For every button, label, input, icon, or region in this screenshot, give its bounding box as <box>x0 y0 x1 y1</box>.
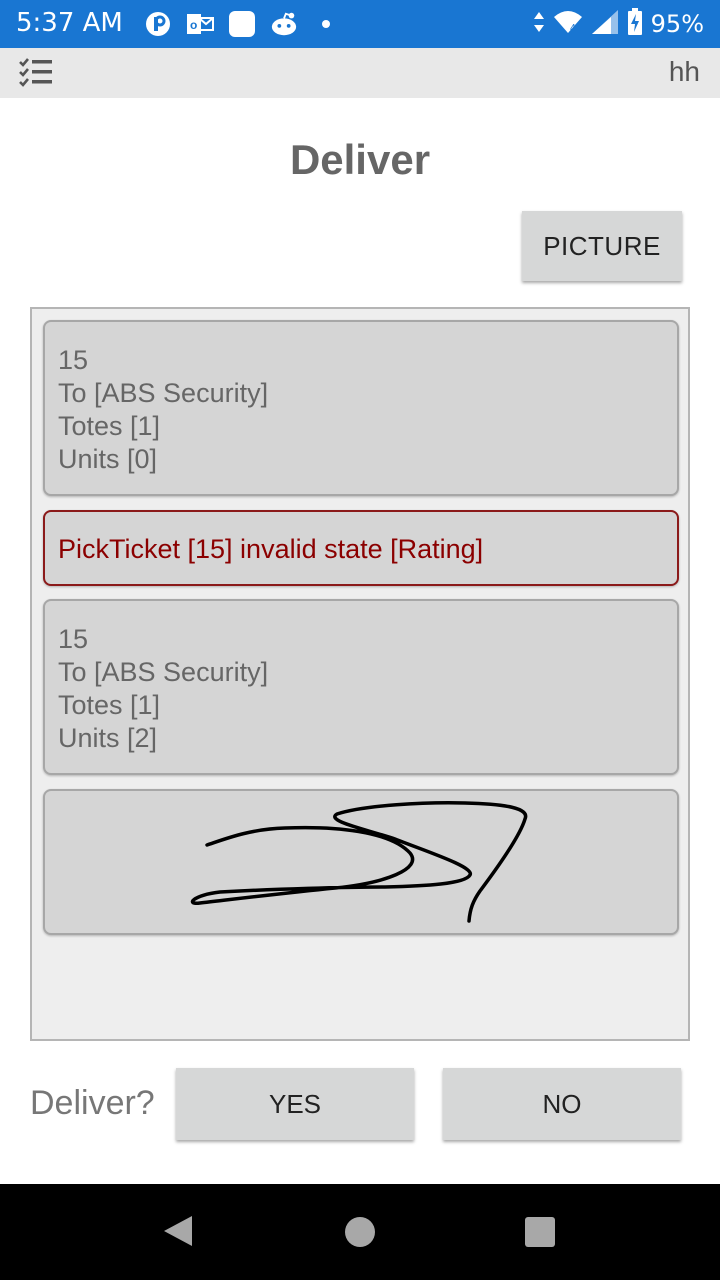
reddit-icon <box>270 10 298 38</box>
picture-button[interactable]: PICTURE <box>522 211 682 281</box>
yes-button[interactable]: YES <box>176 1068 414 1140</box>
signature-image <box>190 801 528 923</box>
navigation-bar <box>0 1184 720 1280</box>
blank-square-icon <box>228 10 256 38</box>
ticket-number: 15 <box>58 345 89 375</box>
signal-icon <box>591 9 619 40</box>
notification-icons: o <box>144 8 340 40</box>
outlook-icon: o <box>186 10 214 38</box>
home-icon[interactable] <box>345 1217 375 1247</box>
ticket-destination: To [ABS Security] <box>58 657 269 687</box>
signature-item[interactable] <box>43 789 679 935</box>
page-title: Deliver <box>289 136 431 183</box>
ticket-totes: Totes [1] <box>58 690 161 720</box>
ticket-totes: Totes [1] <box>58 411 161 441</box>
data-arrows-icon <box>533 10 545 39</box>
wifi-icon: 4 <box>553 9 583 40</box>
ticket-number: 15 <box>58 624 89 654</box>
app-p-icon <box>144 10 172 38</box>
recents-icon[interactable] <box>525 1217 555 1247</box>
deliver-prompt-label: Deliver? <box>30 1084 155 1122</box>
battery-charging-icon <box>627 7 643 41</box>
back-icon[interactable] <box>162 1214 194 1253</box>
svg-text:4: 4 <box>570 23 576 34</box>
no-button[interactable]: NO <box>443 1068 681 1140</box>
svg-text:o: o <box>190 18 197 32</box>
error-message-item[interactable]: PickTicket [15] invalid state [Rating] <box>43 510 679 586</box>
ticket-info: 15 To [ABS Security] Totes [1] Units [2] <box>58 623 268 755</box>
ticket-destination: To [ABS Security] <box>58 378 269 408</box>
checklist-menu-icon[interactable] <box>18 56 54 88</box>
system-icons: 4 95% <box>533 6 704 42</box>
ticket-units: Units [0] <box>58 444 158 474</box>
list-item[interactable]: 15 To [ABS Security] Totes [1] Units [0] <box>43 320 679 496</box>
error-text: PickTicket [15] invalid state [Rating] <box>58 534 484 564</box>
battery-percent: 95% <box>650 10 704 38</box>
ticket-info: 15 To [ABS Security] Totes [1] Units [0] <box>58 344 268 476</box>
status-bar: 5:37 AM o 4 95% <box>0 0 720 48</box>
app-bar: hh <box>0 48 720 98</box>
status-time: 5:37 AM <box>16 8 123 38</box>
dot-icon <box>312 10 340 38</box>
ticket-units: Units [2] <box>58 723 158 753</box>
user-label: hh <box>668 56 700 87</box>
delivery-list[interactable]: 15 To [ABS Security] Totes [1] Units [0]… <box>30 307 690 1041</box>
list-item[interactable]: 15 To [ABS Security] Totes [1] Units [2] <box>43 599 679 775</box>
